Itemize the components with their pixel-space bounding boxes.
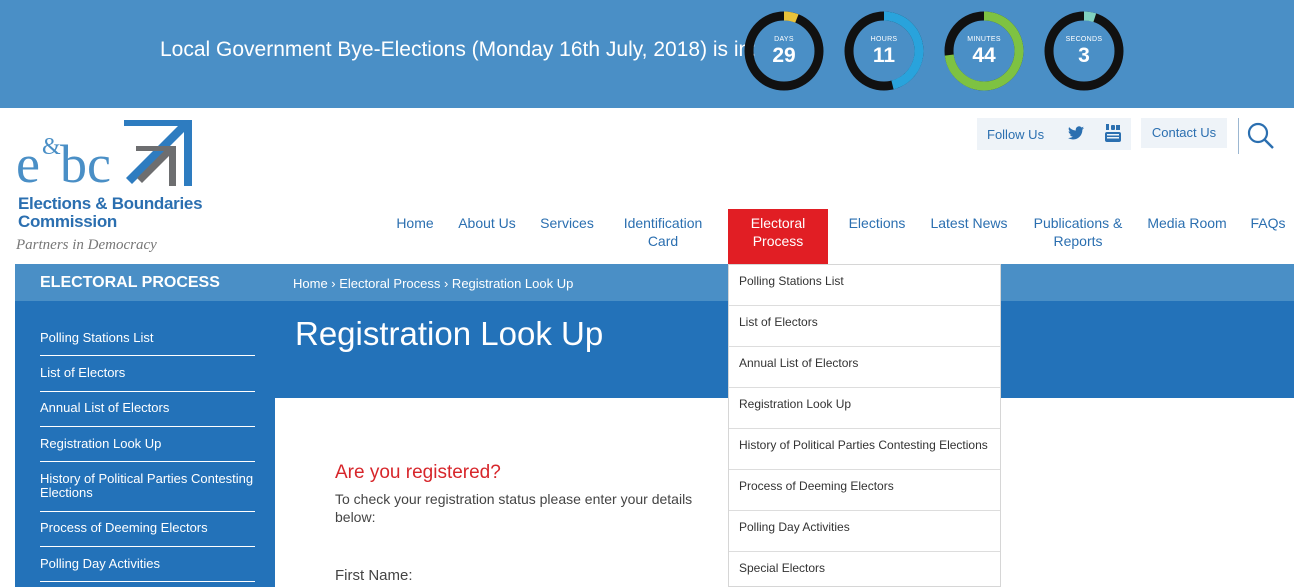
days-value: 29 xyxy=(772,44,796,67)
ebc-logo-mark: e & bc xyxy=(16,120,192,194)
nav-identification-card[interactable]: Identification Card xyxy=(614,209,712,264)
countdown-text: Local Government Bye-Elections (Monday 1… xyxy=(160,38,757,61)
dropdown-item-annual-list[interactable]: Annual List of Electors xyxy=(729,347,1000,388)
youtube-icon[interactable] xyxy=(1105,124,1121,142)
dropdown-item-polling-day-activities[interactable]: Polling Day Activities xyxy=(729,511,1000,552)
sidebar-item-polling-stations[interactable]: Polling Stations List xyxy=(40,331,255,356)
days-timer: DAYS 29 xyxy=(744,11,824,91)
search-icon[interactable] xyxy=(1247,122,1275,150)
logo-tagline: Partners in Democracy xyxy=(16,237,157,253)
sidebar-item-annual-list[interactable]: Annual List of Electors xyxy=(40,401,255,427)
hours-value: 11 xyxy=(872,44,896,67)
registration-question: Are you registered? xyxy=(335,462,501,483)
nav-services[interactable]: Services xyxy=(535,209,599,264)
nav-home[interactable]: Home xyxy=(390,209,440,264)
svg-text:&: & xyxy=(42,134,61,160)
follow-us-label: Follow Us xyxy=(987,127,1045,142)
nav-media-room[interactable]: Media Room xyxy=(1143,209,1231,264)
dropdown-item-deeming-electors[interactable]: Process of Deeming Electors xyxy=(729,470,1000,511)
sidebar-item-deeming-electors[interactable]: Process of Deeming Electors xyxy=(40,521,255,547)
dropdown-item-special-electors[interactable]: Special Electors xyxy=(729,552,1000,586)
sidebar-item-history-political-parties[interactable]: History of Political Parties Contesting … xyxy=(40,472,255,512)
nav-about-us[interactable]: About Us xyxy=(453,209,521,264)
sidebar-item-polling-day-activities[interactable]: Polling Day Activities xyxy=(40,557,255,582)
hours-timer: HOURS 11 xyxy=(844,11,924,91)
svg-text:e: e xyxy=(16,134,40,194)
days-label: DAYS xyxy=(774,36,794,43)
follow-us-box: Follow Us xyxy=(977,118,1131,150)
nav-faqs[interactable]: FAQs xyxy=(1246,209,1290,264)
logo-name-line2: Commission xyxy=(18,212,118,231)
breadcrumb[interactable]: Home › Electoral Process › Registration … xyxy=(293,276,573,291)
sidebar-title: ELECTORAL PROCESS xyxy=(40,274,220,291)
dropdown-item-history-political-parties[interactable]: History of Political Parties Contesting … xyxy=(729,429,1000,470)
dropdown-item-registration-look-up[interactable]: Registration Look Up xyxy=(729,388,1000,429)
sidebar-item-registration-look-up[interactable]: Registration Look Up xyxy=(40,437,255,462)
seconds-value: 3 xyxy=(1078,44,1090,67)
nav-latest-news[interactable]: Latest News xyxy=(926,209,1012,264)
logo-name-line1: Elections & Boundaries xyxy=(18,194,203,213)
sidebar-header: ELECTORAL PROCESS xyxy=(15,264,275,301)
dropdown-item-polling-stations[interactable]: Polling Stations List xyxy=(729,265,1000,306)
twitter-icon[interactable] xyxy=(1068,126,1084,140)
header-divider xyxy=(1238,118,1239,154)
minutes-value: 44 xyxy=(972,44,996,67)
contact-us-button[interactable]: Contact Us xyxy=(1141,118,1227,148)
nav-publications-reports[interactable]: Publications & Reports xyxy=(1028,209,1128,264)
ebc-logo[interactable]: e & bc xyxy=(14,116,204,256)
minutes-label: MINUTES xyxy=(967,36,1001,43)
hours-label: HOURS xyxy=(870,36,898,43)
svg-text:bc: bc xyxy=(60,134,111,194)
nav-elections[interactable]: Elections xyxy=(842,209,912,264)
seconds-label: SECONDS xyxy=(1065,36,1103,43)
registration-instructions: To check your registration status please… xyxy=(335,491,693,525)
minutes-timer: MINUTES 44 xyxy=(944,11,1024,91)
logo-name: Elections & Boundaries Commission xyxy=(18,194,203,231)
sidebar-item-list-of-electors[interactable]: List of Electors xyxy=(40,366,255,392)
countdown-banner: Local Government Bye-Elections (Monday 1… xyxy=(0,0,1294,108)
electoral-process-dropdown: Polling Stations List List of Electors A… xyxy=(728,264,1001,587)
dropdown-item-list-of-electors[interactable]: List of Electors xyxy=(729,306,1000,347)
nav-electoral-process[interactable]: Electoral Process xyxy=(728,209,828,264)
first-name-label: First Name: xyxy=(335,567,413,584)
sidebar: ELECTORAL PROCESS Polling Stations List … xyxy=(15,264,275,587)
page-title: Registration Look Up xyxy=(295,315,604,352)
seconds-timer: SECONDS 3 xyxy=(1044,11,1124,91)
